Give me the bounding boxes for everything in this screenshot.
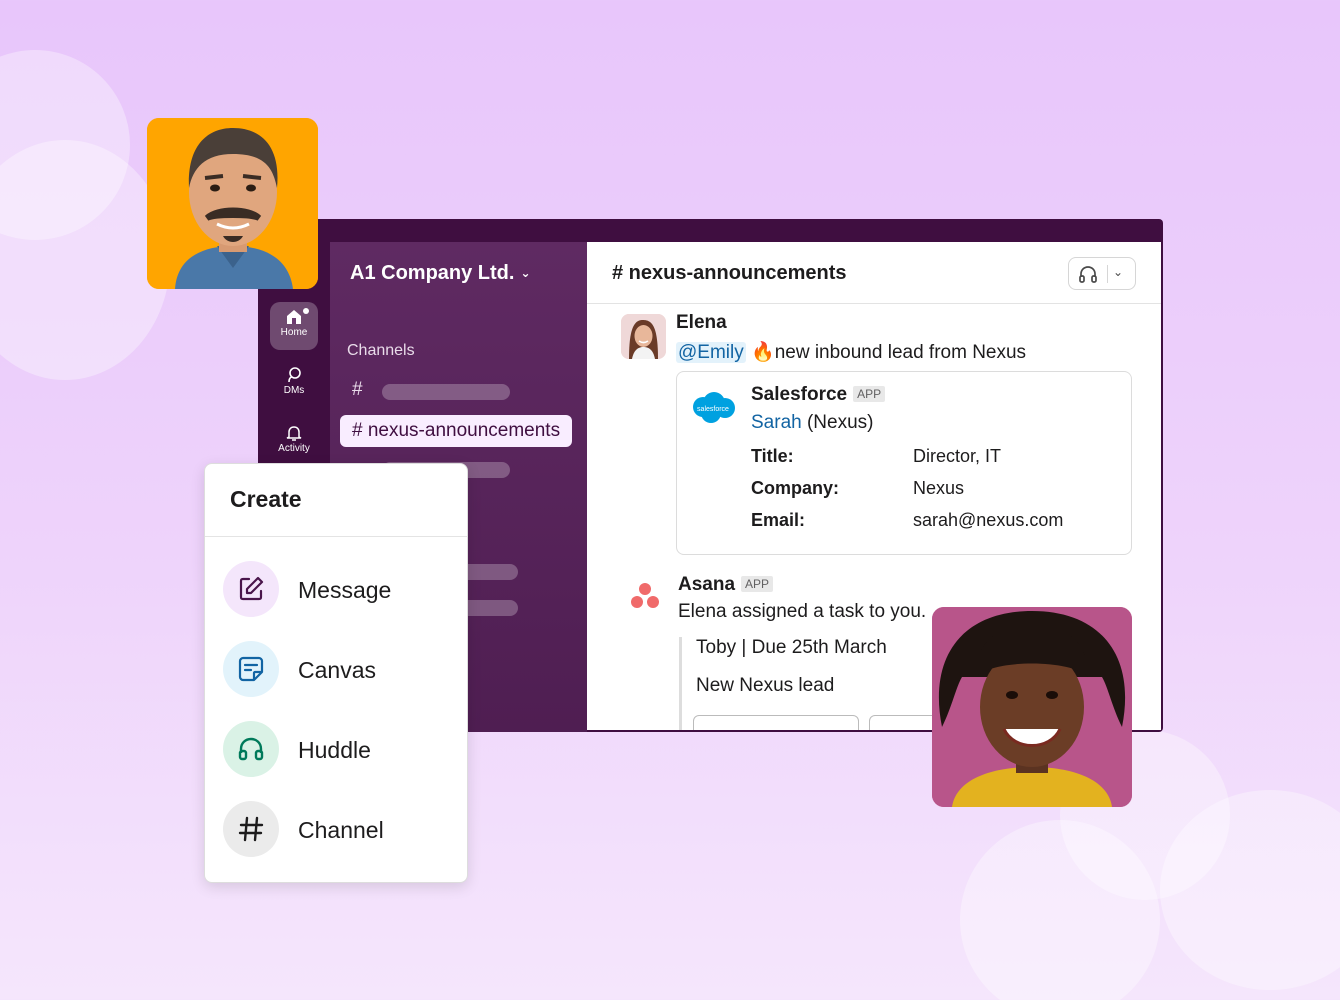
field-value: Director, IT: [913, 446, 1002, 466]
rail-item-home[interactable]: Home: [270, 302, 318, 350]
divider: [205, 536, 467, 537]
sidebar-channel[interactable]: #: [340, 375, 572, 407]
app-name-text: Asana: [678, 574, 736, 595]
create-menu-title: Create: [230, 486, 302, 512]
create-menu: Create Message Canvas Huddle Channel: [204, 463, 468, 883]
field-value[interactable]: sarah@nexus.com: [913, 510, 1063, 531]
task-assignee-due: Toby | Due 25th March: [696, 637, 887, 658]
avatar-elena[interactable]: [621, 314, 666, 359]
create-item-label: Canvas: [298, 657, 376, 683]
contact-line: Sarah (Nexus): [751, 412, 874, 434]
rail-item-activity[interactable]: Activity: [270, 418, 318, 466]
create-icon-bg: [223, 721, 279, 777]
divider: [1107, 265, 1108, 283]
message-body: @Emily 🔥new inbound lead from Nexus: [676, 340, 1026, 364]
channel-name-placeholder: [460, 564, 518, 580]
workspace-name: A1 Company Ltd.: [350, 262, 515, 284]
asana-logo-icon[interactable]: [629, 581, 661, 611]
bell-icon: [286, 426, 302, 441]
rail-item-dms[interactable]: DMs: [270, 360, 318, 408]
rail-label: Activity: [278, 443, 310, 454]
channels-section-label[interactable]: Channels: [347, 342, 415, 360]
home-icon: [287, 310, 301, 324]
task-action-button[interactable]: [693, 715, 859, 730]
user-photo-woman: [932, 607, 1132, 807]
app-name-salesforce[interactable]: Salesforce APP: [751, 384, 886, 406]
chevron-down-icon: ⌄: [520, 266, 531, 280]
sidebar-channel-nexus-announcements[interactable]: # nexus-announcements: [340, 415, 572, 447]
compose-icon: [239, 576, 264, 601]
channel-label: # nexus-announcements: [352, 420, 561, 441]
create-item-label: Message: [298, 577, 392, 603]
headphones-icon: [1079, 266, 1097, 283]
salesforce-logo-icon: salesforce: [693, 392, 735, 423]
chevron-down-icon[interactable]: ⌄: [1113, 265, 1123, 279]
create-message-item[interactable]: Message: [223, 561, 453, 619]
sender-name[interactable]: Elena: [676, 312, 727, 334]
app-badge: APP: [853, 386, 886, 402]
hash-icon: #: [352, 379, 363, 400]
rail-label: DMs: [283, 385, 305, 396]
headphones-icon: [238, 737, 264, 761]
task-attachment-bar: [679, 637, 682, 730]
mention-emily[interactable]: @Emily: [676, 342, 746, 363]
create-huddle-item[interactable]: Huddle: [223, 721, 453, 779]
fire-emoji: 🔥: [751, 342, 775, 363]
user-photo-man: [147, 118, 318, 289]
app-badge: APP: [741, 576, 774, 592]
channel-header: # nexus-announcements ⌄: [587, 242, 1161, 304]
channel-title[interactable]: # nexus-announcements: [612, 262, 847, 285]
message-text: new inbound lead from Nexus: [774, 342, 1027, 363]
field-key: Company:: [751, 478, 840, 498]
create-icon-bg: [223, 561, 279, 617]
create-item-label: Huddle: [298, 737, 371, 763]
message-text: Elena assigned a task to you.: [678, 601, 927, 622]
canvas-icon: [238, 656, 264, 682]
workspace-switcher[interactable]: A1 Company Ltd. ⌄: [350, 262, 531, 285]
woman-portrait-image: [932, 607, 1132, 807]
dms-icon: [288, 367, 301, 383]
huddle-button[interactable]: ⌄: [1068, 257, 1136, 290]
contact-org: (Nexus): [806, 412, 874, 433]
field-key: Title:: [751, 446, 794, 466]
field-value: Nexus: [913, 478, 965, 498]
create-canvas-item[interactable]: Canvas: [223, 641, 453, 699]
background-cloud: [0, 140, 170, 380]
app-name-asana[interactable]: Asana APP: [678, 574, 774, 596]
create-icon-bg: [223, 801, 279, 857]
contact-name-link[interactable]: Sarah: [751, 412, 802, 433]
avatar-elena-image: [621, 314, 666, 359]
create-icon-bg: [223, 641, 279, 697]
task-title[interactable]: New Nexus lead: [696, 675, 834, 697]
salesforce-card: salesforce Salesforce APP Sarah (Nexus) T…: [676, 371, 1132, 555]
create-item-label: Channel: [298, 817, 384, 843]
channel-name-placeholder: [382, 384, 510, 400]
hash-icon: [238, 816, 264, 842]
salesforce-logo-text: salesforce: [697, 406, 729, 413]
man-portrait-image: [147, 118, 318, 289]
unread-dot: [303, 308, 309, 314]
field-key: Email:: [751, 510, 806, 530]
rail-label: Home: [280, 327, 308, 338]
app-name-text: Salesforce: [751, 384, 848, 405]
create-channel-item[interactable]: Channel: [223, 801, 453, 859]
channel-name-placeholder: [460, 600, 518, 616]
